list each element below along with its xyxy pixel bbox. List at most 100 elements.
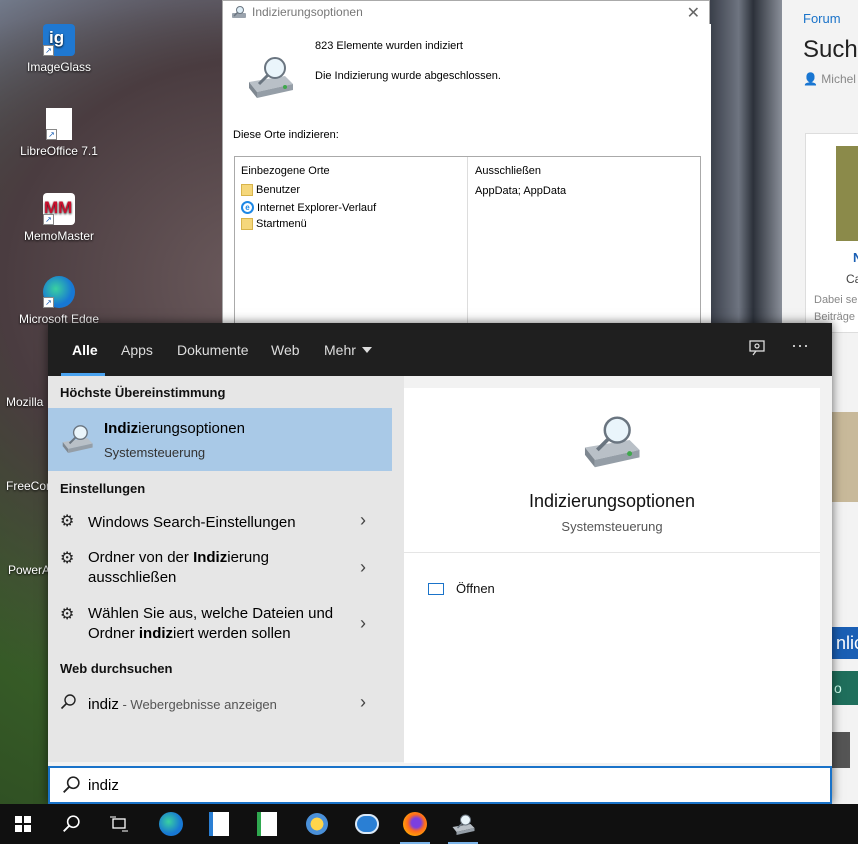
- chevron-right-icon[interactable]: ›: [360, 692, 366, 713]
- desktop-icon-imageglass[interactable]: ig ↗ ImageGlass: [14, 24, 104, 74]
- indexing-icon: [231, 5, 247, 24]
- internet-explorer-icon: e: [241, 201, 254, 214]
- mail-icon: [355, 814, 379, 834]
- green-button[interactable]: o: [830, 671, 858, 705]
- gear-icon: ⚙: [60, 550, 75, 567]
- column-header: Einbezogene Orte: [241, 165, 330, 177]
- result-type: Systemsteuerung: [104, 445, 206, 460]
- search-panel: Alle Apps Dokumente Web Mehr ··· Höchste…: [48, 323, 832, 804]
- close-icon[interactable]: ✕: [687, 3, 700, 23]
- window-titlebar[interactable]: Indizierungsoptionen ✕: [223, 1, 709, 24]
- search-icon: [63, 815, 80, 832]
- result-text: Ordner von der Indizierung ausschließen: [88, 549, 269, 586]
- taskbar-weather[interactable]: [294, 804, 340, 844]
- result-text: Windows Search-Einstellungen: [88, 514, 296, 531]
- preview-title: Indizierungsoptionen: [528, 491, 696, 511]
- settings-result[interactable]: ⚙ Windows Search-Einstellungen ›: [48, 504, 392, 542]
- chevron-right-icon[interactable]: ›: [360, 557, 366, 578]
- desktop-icon-label: LibreOffice 7.1: [20, 144, 98, 158]
- desktop-icon-edge[interactable]: ↗ Microsoft Edge: [14, 276, 104, 326]
- profile-card[interactable]: N Ca Dabei se Beiträge: [805, 133, 858, 333]
- section-title: Einstellungen: [60, 481, 146, 496]
- indexing-icon: [60, 423, 94, 458]
- search-button[interactable]: [48, 804, 94, 844]
- search-box[interactable]: [48, 766, 832, 804]
- calc-icon: [257, 812, 277, 836]
- breadcrumb[interactable]: Forum: [803, 11, 841, 26]
- gear-icon: ⚙: [60, 606, 75, 623]
- libreoffice-icon: ↗: [46, 108, 72, 140]
- tab-web[interactable]: Web: [271, 342, 300, 358]
- card-meta: Dabei se Beiträge: [814, 294, 858, 323]
- start-icon: [15, 816, 31, 832]
- tab-more[interactable]: Mehr: [324, 342, 372, 358]
- divider: [404, 552, 820, 553]
- taskbar-indexing[interactable]: [440, 804, 486, 844]
- list-item: Startmenü: [241, 218, 307, 230]
- folder-icon: [241, 218, 253, 230]
- excluded-column: Ausschließen AppData; AppData: [469, 157, 699, 335]
- page-title: Suche: [803, 36, 858, 63]
- desktop-icon-label: MemoMaster: [23, 229, 94, 243]
- result-name: Indizierungsoptionen: [104, 420, 245, 437]
- indexing-icon: [245, 54, 295, 103]
- column-header: Ausschließen: [475, 165, 542, 177]
- desktop-icon-libreoffice[interactable]: ↗ LibreOffice 7.1: [14, 108, 104, 158]
- index-count-text: 823 Elemente wurden indiziert: [315, 40, 463, 52]
- task-view-icon: [110, 816, 128, 832]
- desktop-icon-memomaster[interactable]: MM ↗ MemoMaster: [14, 193, 104, 243]
- more-options-icon[interactable]: ···: [791, 335, 809, 356]
- preview-subtitle: Systemsteuerung: [561, 519, 663, 534]
- indexing-icon: [580, 412, 642, 473]
- desktop-icon-label[interactable]: Mozilla: [6, 395, 43, 409]
- open-action[interactable]: Öffnen: [428, 581, 495, 596]
- thumbnail-image: [830, 412, 858, 502]
- task-view-button[interactable]: [96, 804, 142, 844]
- search-icon: [62, 776, 80, 799]
- window-body: 823 Elemente wurden indiziert Die Indizi…: [223, 24, 711, 336]
- best-match-result[interactable]: Indizierungsoptionen Systemsteuerung: [48, 408, 392, 471]
- settings-result[interactable]: ⚙ Wählen Sie aus, welche Dateien und Ord…: [48, 598, 392, 654]
- profile-image: [836, 146, 858, 241]
- taskbar: [0, 804, 858, 844]
- avatar: [830, 732, 850, 768]
- taskbar-edge[interactable]: [148, 804, 194, 844]
- chevron-right-icon[interactable]: ›: [360, 613, 366, 634]
- taskbar-mail[interactable]: [344, 804, 390, 844]
- web-result[interactable]: indiz - Webergebnisse anzeigen ›: [48, 686, 392, 724]
- locations-label: Diese Orte indizieren:: [233, 129, 339, 141]
- chevron-down-icon: [361, 347, 372, 353]
- taskbar-writer[interactable]: [196, 804, 242, 844]
- weather-icon: [306, 813, 328, 835]
- edge-icon: ↗: [43, 276, 75, 308]
- search-input[interactable]: [88, 774, 788, 796]
- desktop-icon-label[interactable]: PowerA: [8, 563, 50, 577]
- tab-apps[interactable]: Apps: [121, 342, 153, 358]
- card-subtitle: Ca: [846, 272, 858, 286]
- section-title: Web durchsuchen: [60, 661, 173, 676]
- search-tabs-bar: Alle Apps Dokumente Web Mehr ···: [48, 323, 832, 376]
- list-item: Benutzer: [241, 184, 300, 196]
- feedback-icon[interactable]: [748, 339, 768, 362]
- open-icon: [428, 582, 444, 595]
- preview-pane: Indizierungsoptionen Systemsteuerung Öff…: [404, 376, 832, 763]
- window-title: Indizierungsoptionen: [252, 5, 363, 19]
- memomaster-icon: MM ↗: [43, 193, 75, 225]
- taskbar-calc[interactable]: [244, 804, 290, 844]
- card-title[interactable]: N: [853, 250, 858, 265]
- open-label: Öffnen: [456, 581, 495, 596]
- firefox-icon: [403, 812, 427, 836]
- start-button[interactable]: [0, 804, 46, 844]
- writer-icon: [209, 812, 229, 836]
- taskbar-firefox[interactable]: [392, 804, 438, 844]
- chevron-right-icon[interactable]: ›: [360, 510, 366, 531]
- settings-result[interactable]: ⚙ Ordner von der Indizierung ausschließe…: [48, 542, 392, 598]
- list-item: e Internet Explorer-Verlauf: [241, 201, 376, 214]
- tab-documents[interactable]: Dokumente: [177, 342, 249, 358]
- wallpaper-strip: [710, 0, 782, 330]
- results-list: Höchste Übereinstimmung Indizierungsopti…: [48, 376, 404, 762]
- tab-all[interactable]: Alle: [72, 342, 98, 358]
- indexing-options-window: Indizierungsoptionen ✕ 823 Elemente wurd…: [222, 0, 711, 336]
- desktop-icon-label: ImageGlass: [26, 60, 92, 74]
- blue-button[interactable]: nlic: [830, 627, 858, 659]
